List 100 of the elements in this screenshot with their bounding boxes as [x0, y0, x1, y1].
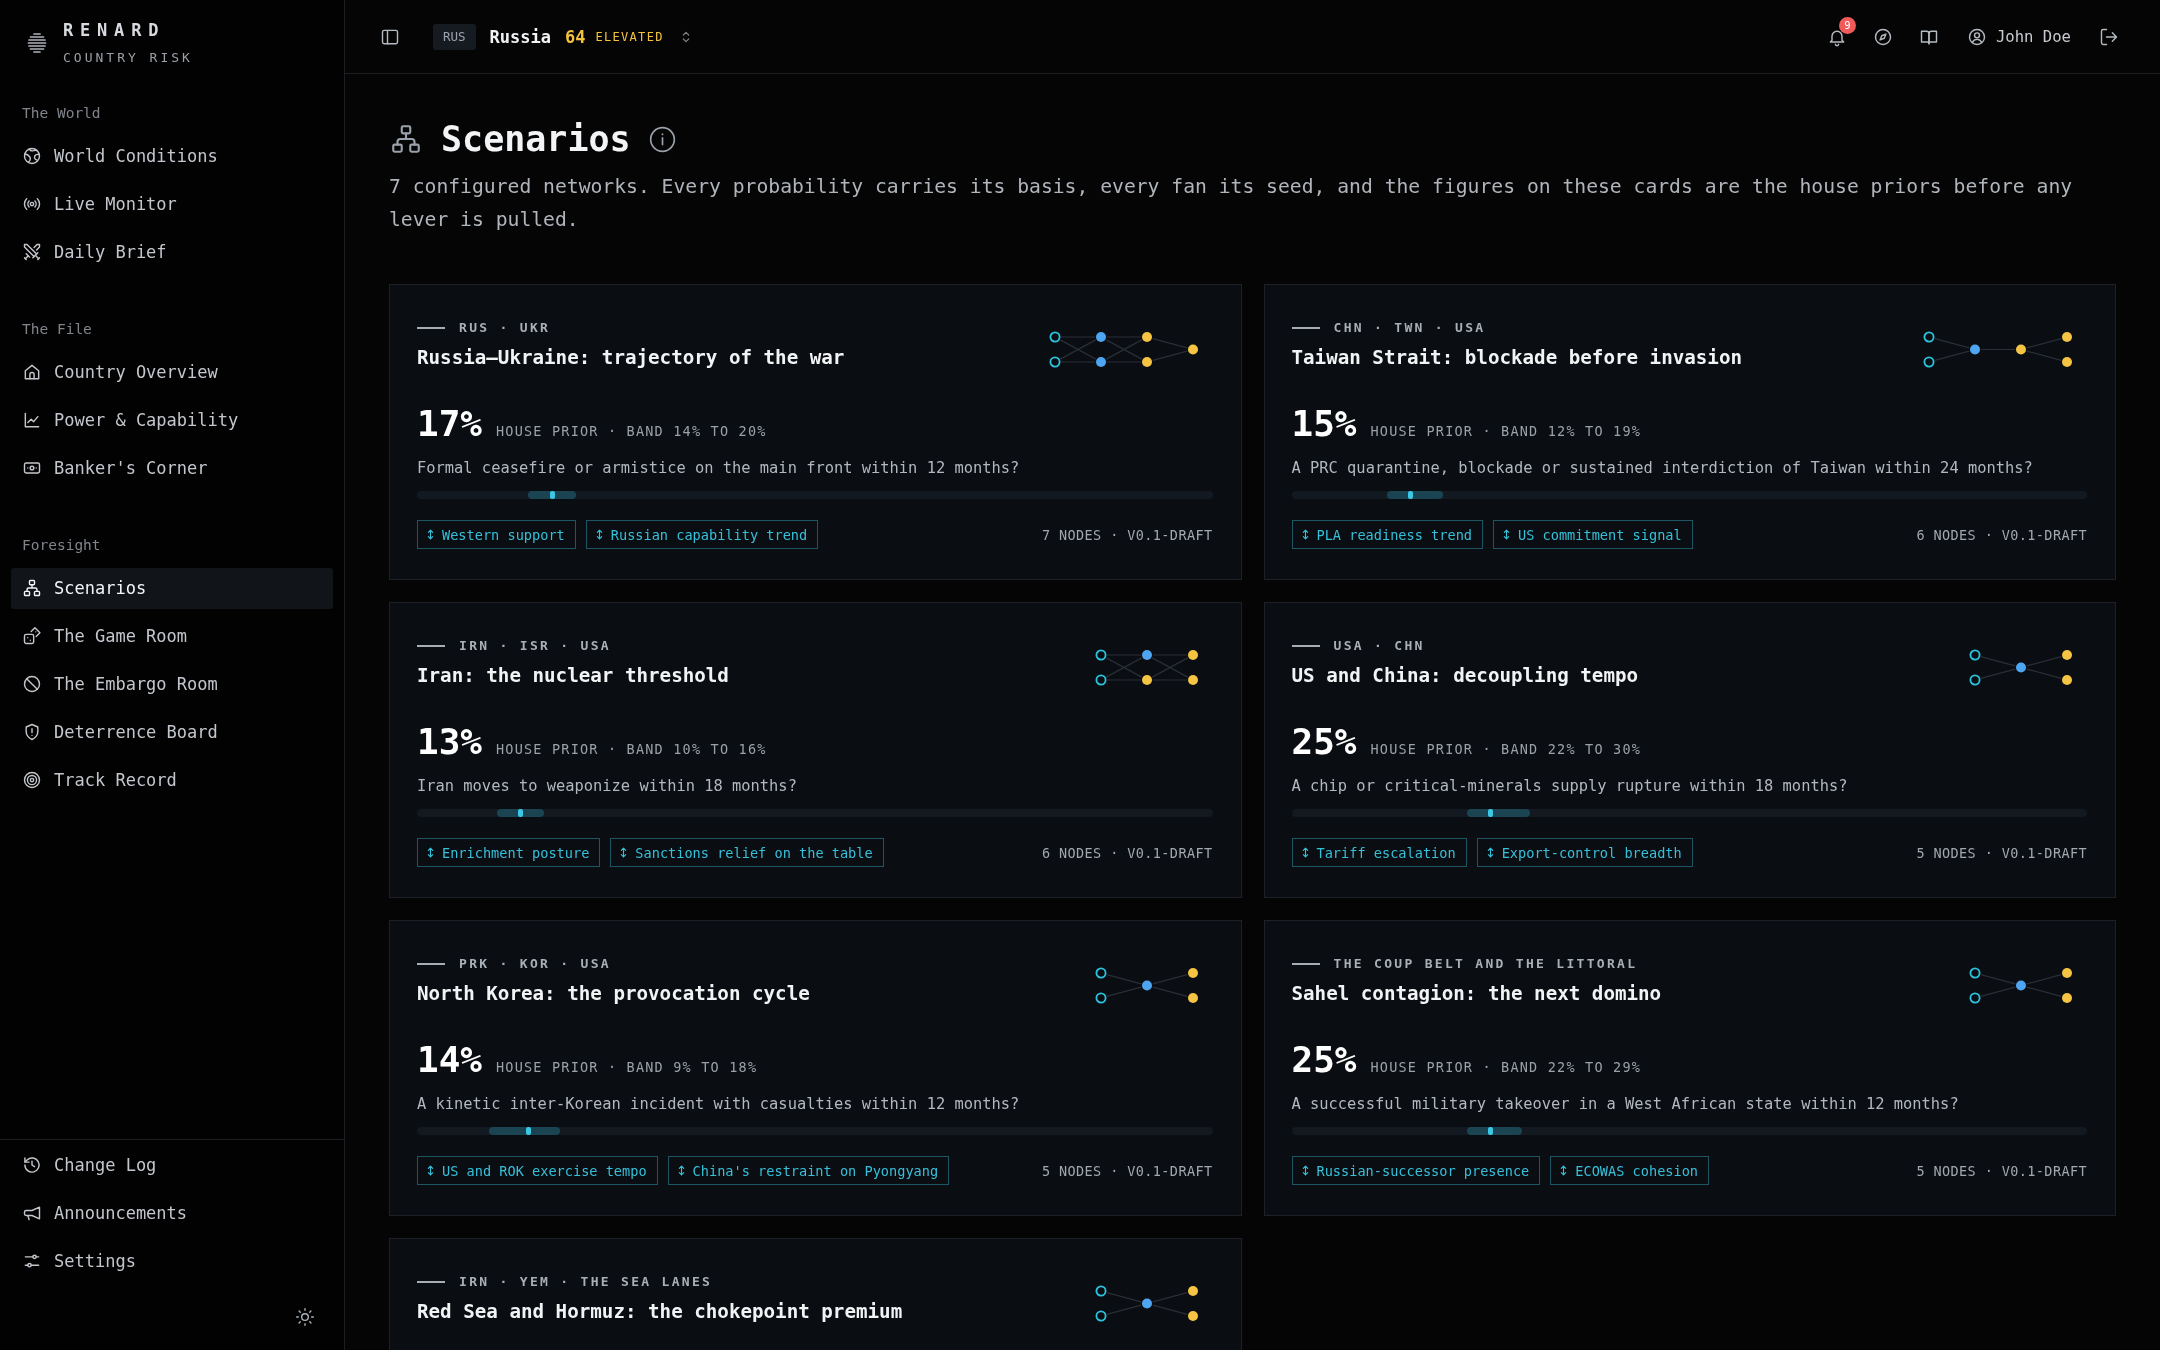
scenario-question: Formal ceasefire or armistice on the main front within 12 months? [417, 458, 1021, 478]
dash-icon [417, 1281, 445, 1283]
country-name: Russia [489, 26, 551, 47]
lever-name: Tariff escalation [1316, 844, 1456, 861]
up-down-arrow-icon [427, 847, 434, 858]
globe-icon [22, 146, 42, 166]
country-codes: IRN · YEM · THE SEA LANES [459, 1274, 713, 1290]
up-down-arrow-icon [1301, 529, 1309, 540]
scenario-title: Sahel contagion: the next domino [1291, 982, 1662, 1006]
prior-basis: HOUSE PRIOR · BAND 12% TO 19% [1370, 423, 1642, 439]
risk-score: 64 [565, 26, 586, 47]
nav-item[interactable]: Live Monitor [11, 183, 333, 225]
scenario-question: A PRC quarantine, blockade or sustained interdiction of Taiwan within 24 months? [1291, 458, 2034, 478]
country-codes: RUS · UKR [459, 320, 551, 336]
nav-item[interactable]: Daily Brief [11, 231, 333, 273]
nav-item[interactable]: Announcements [11, 1192, 333, 1234]
probability-value: 25% [1291, 1040, 1357, 1080]
compass-icon[interactable] [1872, 26, 1893, 47]
dash-icon [417, 645, 445, 647]
info-icon[interactable] [648, 125, 676, 153]
up-down-arrow-icon [427, 529, 434, 540]
nav-item[interactable]: Scenarios [11, 567, 333, 609]
ban-icon [22, 674, 42, 694]
scenario-question: A kinetic inter-Korean incident with casualties within 12 months? [417, 1094, 1021, 1114]
scenario-card[interactable] [389, 284, 1242, 580]
nav-item[interactable]: Change Log [11, 1144, 333, 1186]
lever-name: US and ROK exercise tempo [442, 1162, 647, 1179]
scenario-card[interactable] [1263, 920, 2116, 1216]
up-down-arrow-icon [1301, 1165, 1309, 1176]
nav-item[interactable]: World Conditions [11, 135, 333, 177]
nav-item[interactable]: Power & Capability [11, 399, 333, 441]
brand-tagline: COUNTRY RISK [63, 49, 193, 67]
user-circle-icon [1966, 26, 1987, 47]
lever-name: Russian-successor presence [1316, 1162, 1530, 1179]
dash-icon [417, 327, 445, 329]
prior-basis: HOUSE PRIOR · BAND 22% TO 29% [1370, 1059, 1642, 1075]
lever-name: China's restraint on Pyongyang [692, 1162, 939, 1179]
striped-circle-logo-icon [25, 31, 49, 55]
up-down-arrow-icon [1301, 847, 1309, 858]
sitemap-icon [22, 578, 42, 598]
nav-item[interactable]: Track Record [11, 759, 333, 801]
nav-item[interactable]: Country Overview [11, 351, 333, 393]
lever-name: Russian capability trend [610, 526, 808, 543]
up-down-arrow-icon [620, 847, 628, 858]
megaphone-icon [22, 1203, 42, 1223]
country-codes: USA · CHN [1333, 638, 1425, 654]
up-down-arrow-icon [1486, 847, 1494, 858]
scenario-title: Iran: the nuclear threshold [417, 664, 729, 688]
shield-alert-icon [22, 722, 42, 742]
crossed-swords-icon [22, 242, 42, 262]
scenario-title: North Korea: the provocation cycle [417, 982, 810, 1006]
lever-name: PLA readiness trend [1316, 526, 1472, 543]
nav-item[interactable]: Deterrence Board [11, 711, 333, 753]
risk-rating: ELEVATED [595, 29, 664, 44]
home-icon [22, 362, 42, 382]
notification-count: 9 [1838, 16, 1856, 34]
prior-basis: HOUSE PRIOR · BAND 22% TO 30% [1370, 741, 1642, 757]
lever-name: ECOWAS cohesion [1575, 1162, 1699, 1179]
user-menu-button[interactable]: John Doe [1966, 26, 2071, 47]
nav-section-title: The World [21, 104, 102, 123]
sun-icon[interactable] [295, 1307, 315, 1327]
nav-section-title: Foresight [21, 536, 102, 555]
line-chart-icon [22, 410, 42, 430]
scenario-card[interactable]: IRN · ISR · USA Iran: the nuclear threshold 13% HOUSE PRIOR · BAND 10% TO 16% Iran moves to weaponize within 18 months? Enrichment posture Sanctions relief on the table 6 NODES · V0.1-DRAFT [389, 602, 1242, 898]
dash-icon [1291, 645, 1320, 647]
lever-name: Sanctions relief on the table [635, 844, 873, 861]
prior-basis: HOUSE PRIOR · BAND 9% TO 18% [496, 1059, 758, 1075]
nav-item[interactable]: The Embargo Room [11, 663, 333, 705]
up-down-arrow-icon [595, 529, 603, 540]
network-meta: 6 NODES · V0.1-DRAFT [1041, 844, 1213, 861]
country-codes: PRK · KOR · USA [459, 956, 611, 972]
up-down-arrow-icon [1503, 529, 1510, 540]
nav-item[interactable]: Settings [11, 1240, 333, 1282]
dash-icon [1291, 327, 1320, 329]
scenario-question: A chip or critical-minerals supply rupture within 18 months? [1291, 776, 1849, 796]
brand-name: RENARD [63, 19, 167, 41]
logout-icon[interactable] [2099, 26, 2119, 47]
up-down-arrow-icon [1560, 1165, 1568, 1176]
country-selector[interactable]: RUS Russia 64 ELEVATED [433, 23, 694, 50]
scenario-title: Russia–Ukraine: trajectory of the war [417, 346, 845, 370]
network-meta: 7 NODES · V0.1-DRAFT [1041, 526, 1213, 543]
scenario-title: Taiwan Strait: blockade before invasion [1291, 346, 1743, 370]
country-code-badge: RUS [433, 23, 476, 50]
scenario-card[interactable]: IRN · YEM · THE SEA LANES Red Sea and Hormuz: the chokepoint premium [389, 1238, 1242, 1350]
dice-icon [22, 626, 42, 646]
nav-item[interactable]: Banker's Corner [11, 447, 333, 489]
lever-name: Export-control breadth [1501, 844, 1682, 861]
dash-icon [417, 963, 445, 965]
probability-value: 14% [417, 1040, 483, 1080]
scenario-card[interactable]: USA · CHN US and China: decoupling tempo 25% HOUSE PRIOR · BAND 22% TO 30% A chip or critical-minerals supply rupture within 18 months? Tariff escalation Export-control breadth 5 NODES · V0.1-DRAFT [1263, 602, 2116, 898]
nav-item[interactable]: The Game Room [11, 615, 333, 657]
sliders-icon [22, 1251, 42, 1271]
scenario-card[interactable] [1263, 284, 2116, 580]
sitemap-icon [389, 122, 423, 156]
probability-value: 25% [1291, 722, 1357, 762]
scenario-card[interactable] [389, 920, 1242, 1216]
target-icon [22, 770, 42, 790]
dash-icon [1291, 963, 1320, 965]
scenario-question: Iran moves to weaponize within 18 months? [417, 776, 798, 796]
lever-name: Western support [442, 526, 565, 543]
